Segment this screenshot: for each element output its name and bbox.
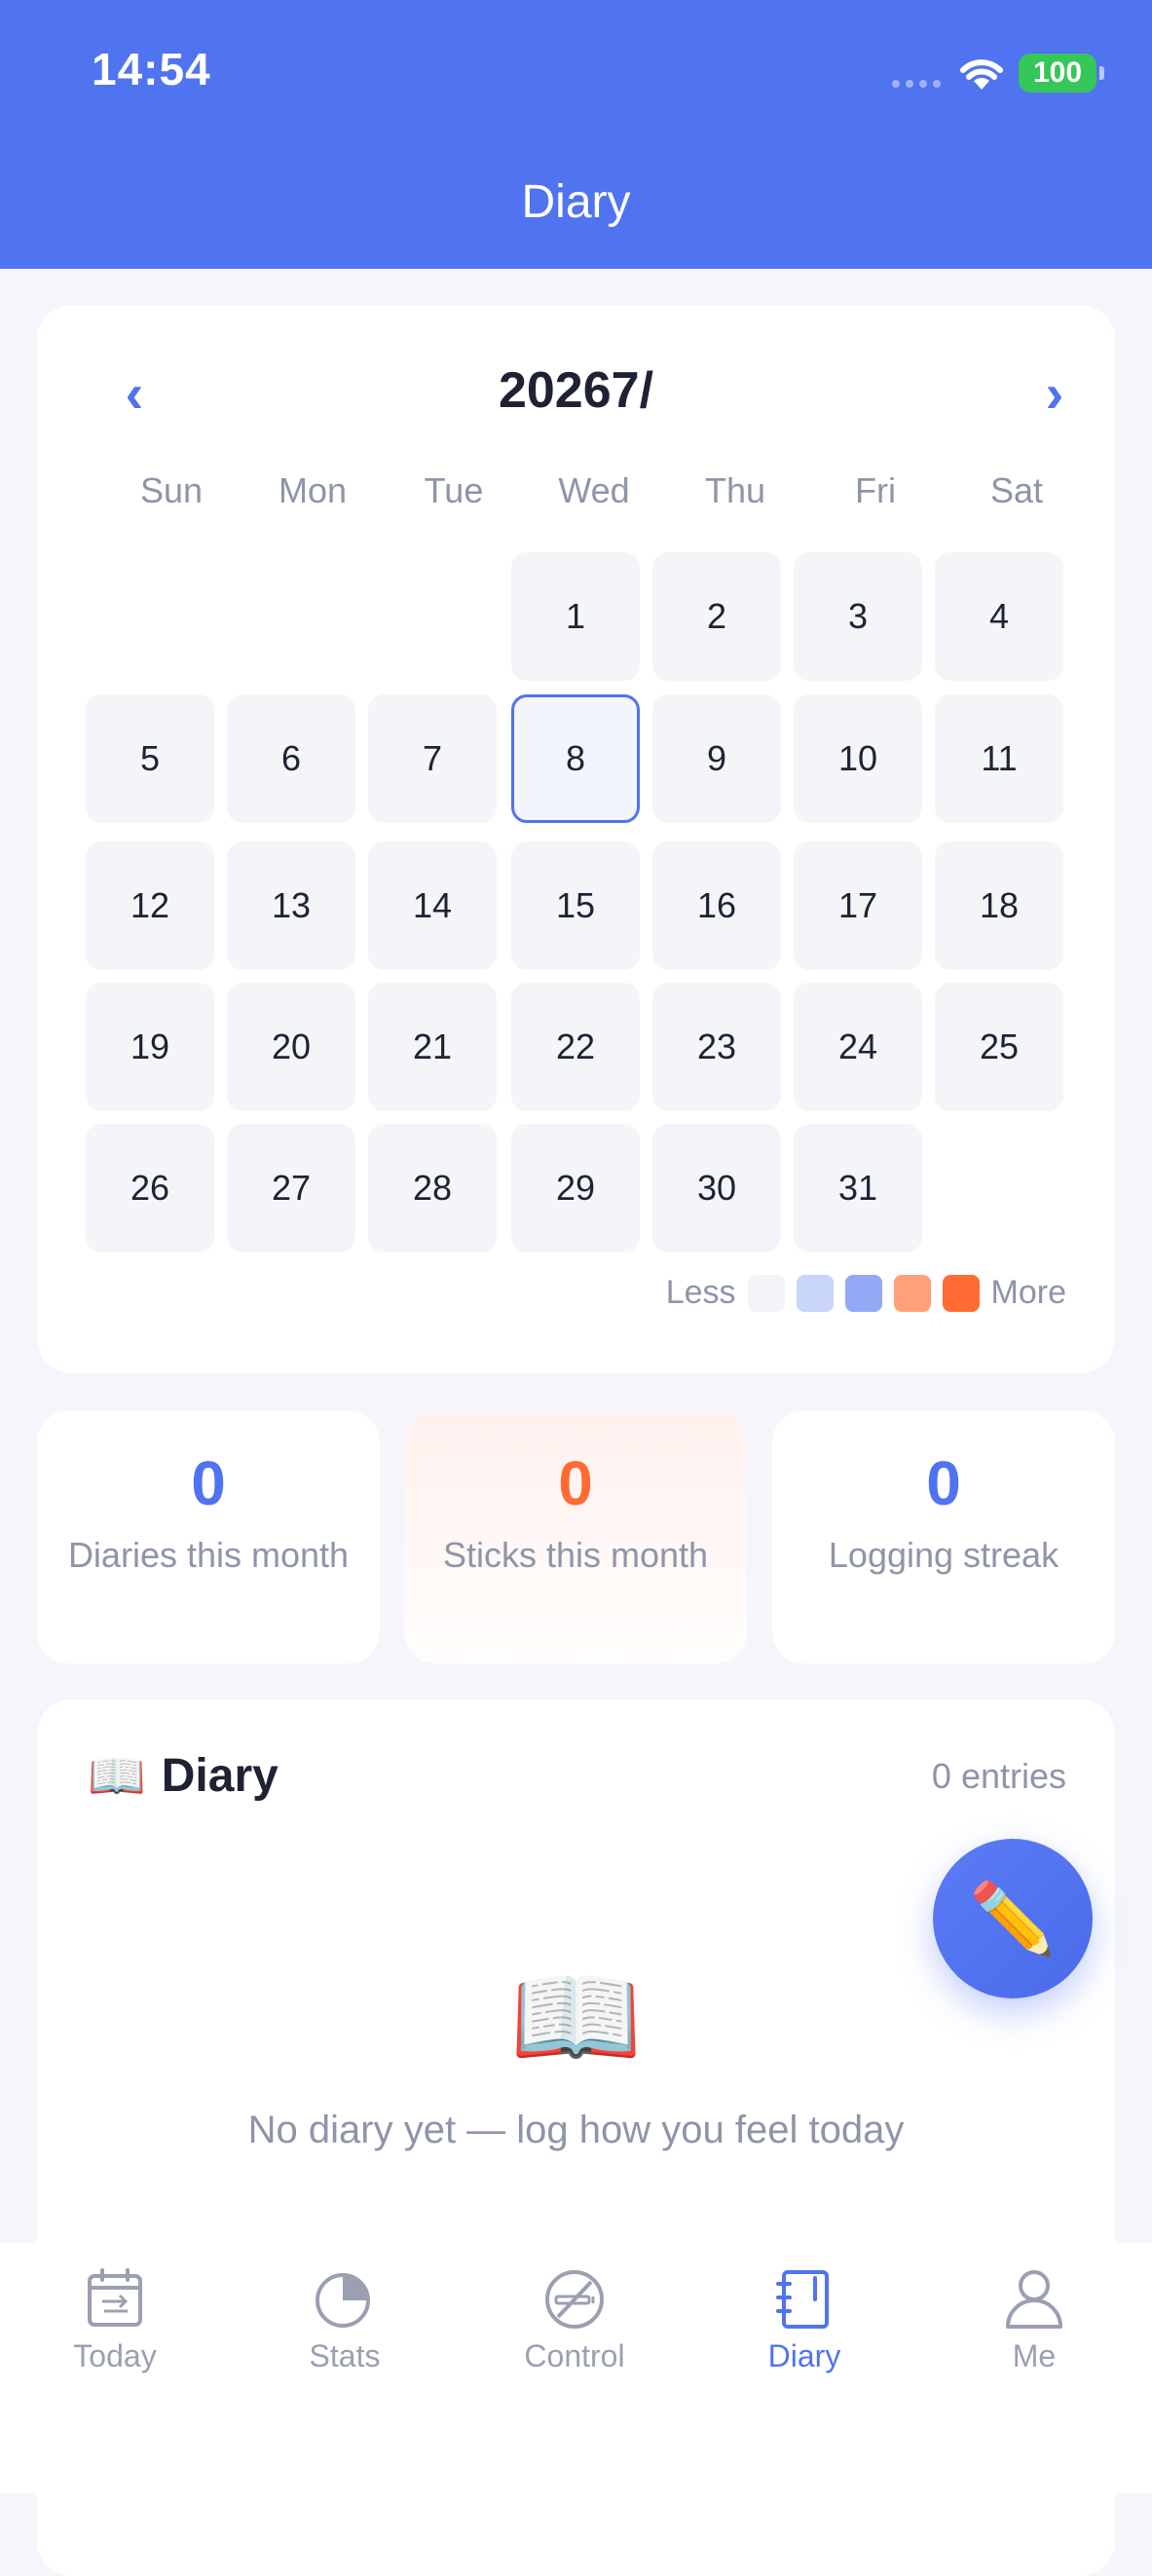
- new-diary-button[interactable]: ✏️: [933, 1839, 1093, 1998]
- calendar-day[interactable]: 16: [652, 841, 781, 970]
- calendar-day[interactable]: 18: [935, 841, 1063, 970]
- weekday-label: Tue: [424, 470, 484, 510]
- weekday-header: Sun Mon Tue Wed Thu Fri Sat: [86, 470, 1066, 519]
- calendar-day[interactable]: 31: [794, 1124, 922, 1252]
- calendar-card: ‹ 20267/ › Sun Mon Tue Wed Thu Fri Sat 1…: [37, 305, 1115, 1373]
- weekday-label: Sun: [139, 470, 204, 510]
- tab-today[interactable]: Today: [0, 2264, 230, 2374]
- calendar-day[interactable]: 15: [511, 841, 640, 970]
- pie-chart-icon: [316, 2273, 370, 2328]
- stat-card-sticks: 0 Sticks this month: [404, 1411, 747, 1663]
- pencil-icon: ✏️: [969, 1880, 1057, 1959]
- calendar-day[interactable]: 21: [368, 983, 497, 1111]
- calendar-day[interactable]: 13: [227, 841, 355, 970]
- stat-label: Logging streak: [828, 1535, 1059, 1575]
- legend-more-label: More: [990, 1274, 1066, 1311]
- tab-label: Me: [1012, 2338, 1057, 2373]
- open-book-icon: 📖: [509, 1958, 643, 2077]
- calendar-icon: [88, 2268, 142, 2327]
- diary-title-text: Diary: [161, 1750, 279, 1802]
- no-smoking-icon: [545, 2270, 604, 2329]
- calendar-day[interactable]: 1: [511, 552, 640, 681]
- legend-swatch: [796, 1274, 834, 1312]
- calendar-day[interactable]: 2: [652, 552, 781, 681]
- calendar-day[interactable]: 30: [652, 1124, 781, 1252]
- wifi-icon: [960, 59, 1003, 90]
- calendar-month-label: 20267/: [498, 362, 654, 419]
- diary-entry-count: 0 entries: [931, 1756, 1066, 1796]
- calendar-day[interactable]: 25: [935, 983, 1063, 1111]
- weekday-label: Wed: [558, 470, 630, 510]
- calendar-day[interactable]: 29: [511, 1124, 640, 1252]
- calendar-day[interactable]: 17: [794, 841, 922, 970]
- calendar-day[interactable]: 11: [935, 694, 1063, 823]
- calendar-day[interactable]: 3: [794, 552, 922, 681]
- tab-stats[interactable]: Stats: [230, 2264, 460, 2374]
- user-icon: [1006, 2270, 1062, 2329]
- stat-label: Sticks this month: [442, 1535, 709, 1575]
- cellular-signal-icon: [892, 80, 941, 88]
- tab-diary[interactable]: Diary: [689, 2264, 919, 2374]
- legend-swatch: [893, 1274, 931, 1312]
- tab-label: Control: [524, 2338, 625, 2373]
- calendar-day[interactable]: 22: [511, 983, 640, 1111]
- calendar-day[interactable]: 12: [86, 841, 214, 970]
- calendar-day[interactable]: 10: [794, 694, 922, 823]
- calendar-day[interactable]: 14: [368, 841, 497, 970]
- calendar-day[interactable]: 5: [86, 694, 214, 823]
- legend-less-label: Less: [665, 1274, 736, 1311]
- header: 14:54 100 Diary: [0, 0, 1152, 269]
- legend-swatch: [844, 1274, 882, 1312]
- calendar-day[interactable]: 28: [368, 1124, 497, 1252]
- legend-swatch: [747, 1274, 785, 1312]
- calendar-day[interactable]: 24: [794, 983, 922, 1111]
- calendar-day[interactable]: 9: [652, 694, 781, 823]
- weekday-label: Mon: [278, 470, 348, 510]
- tab-label: Diary: [767, 2338, 841, 2373]
- stat-value: 0: [926, 1448, 961, 1518]
- calendar-day[interactable]: 19: [86, 983, 214, 1111]
- weekday-label: Fri: [855, 470, 896, 510]
- calendar-day[interactable]: 26: [86, 1124, 214, 1252]
- bottom-tab-bar: Today Stats Control Diary Me: [0, 2243, 1152, 2493]
- stat-value: 0: [558, 1448, 593, 1518]
- status-time: 14:54: [92, 44, 211, 94]
- tab-control[interactable]: Control: [460, 2264, 689, 2374]
- stat-value: 0: [191, 1448, 226, 1518]
- heatmap-legend: Less More: [666, 1274, 1066, 1312]
- calendar-day[interactable]: 27: [227, 1124, 355, 1252]
- diary-section-title: 📖 Diary: [88, 1748, 279, 1804]
- tab-me[interactable]: Me: [919, 2264, 1149, 2374]
- calendar-day-selected[interactable]: 8: [511, 694, 640, 823]
- calendar-day[interactable]: 23: [652, 983, 781, 1111]
- page-title: Diary: [521, 176, 631, 228]
- tab-label: Stats: [309, 2338, 381, 2373]
- weekday-label: Sat: [989, 470, 1044, 510]
- weekday-label: Thu: [704, 470, 766, 510]
- legend-swatch: [942, 1274, 980, 1312]
- calendar-day[interactable]: 6: [227, 694, 355, 823]
- calendar-day[interactable]: 4: [935, 552, 1063, 681]
- empty-state-text: No diary yet — log how you feel today: [247, 2109, 905, 2151]
- book-icon: 📖: [88, 1751, 146, 1803]
- calendar-day[interactable]: 20: [227, 983, 355, 1111]
- calendar-day[interactable]: 7: [368, 694, 497, 823]
- next-month-button[interactable]: ›: [1025, 362, 1084, 424]
- tab-label: Today: [73, 2338, 157, 2373]
- stat-label: Diaries this month: [67, 1535, 350, 1575]
- stat-card-streak: 0 Logging streak: [772, 1411, 1115, 1663]
- battery-indicator: 100: [1019, 54, 1104, 93]
- notebook-icon: [776, 2270, 829, 2329]
- stat-card-diaries: 0 Diaries this month: [37, 1411, 380, 1663]
